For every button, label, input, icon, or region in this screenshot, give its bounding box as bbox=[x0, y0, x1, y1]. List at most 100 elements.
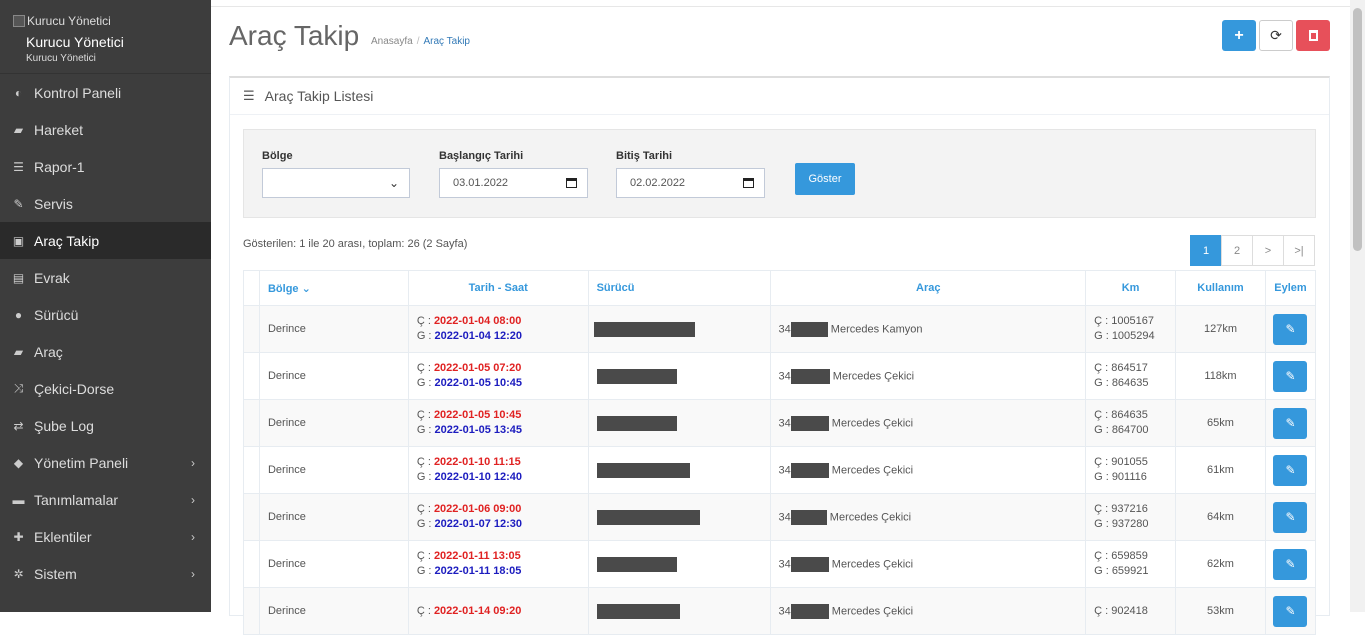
km-entry: G : 901116 bbox=[1094, 471, 1147, 483]
region-cell: Derince bbox=[258, 352, 409, 400]
table-body: Derince Ç : 2022-01-04 08:00 G : 2022-01-0… bbox=[243, 305, 1317, 635]
row-select-cell[interactable] bbox=[243, 493, 260, 541]
chevron-right-icon: › bbox=[191, 455, 195, 470]
row-select-cell[interactable] bbox=[243, 305, 260, 353]
region-cell: Derince bbox=[258, 446, 409, 494]
datetime-cell: Ç : 2022-01-10 11:15 G : 2022-01-10 12:40 bbox=[407, 446, 589, 494]
driver-cell bbox=[587, 399, 772, 447]
usage-cell: 64km bbox=[1175, 493, 1266, 541]
region-filter: Bölge ⌄ bbox=[262, 150, 410, 198]
edit-button[interactable]: ✎ bbox=[1273, 407, 1308, 439]
km-cell: Ç : 937216 G : 937280 bbox=[1085, 493, 1177, 541]
sidebar-item-10[interactable]: ◆ Yönetim Paneli › bbox=[0, 444, 211, 481]
sidebar-item-8[interactable]: ⤨ Çekici-Dorse bbox=[0, 370, 211, 407]
wrench-icon: ✎ bbox=[13, 196, 24, 211]
broken-image-icon bbox=[13, 15, 25, 27]
last-page-button[interactable]: >| bbox=[1283, 235, 1315, 266]
add-button[interactable]: + bbox=[1222, 20, 1256, 51]
sidebar-item-label: Çekici-Dorse bbox=[34, 380, 115, 397]
row-select-cell[interactable] bbox=[243, 587, 260, 635]
header-actions: + ⟳ bbox=[1222, 20, 1330, 51]
portlet-title: ☰ Araç Takip Listesi bbox=[230, 78, 1329, 115]
breadcrumb-current[interactable]: Araç Takip bbox=[423, 36, 470, 47]
sidebar-item-3[interactable]: ✎ Servis bbox=[0, 185, 211, 222]
sidebar-item-5[interactable]: ▤ Evrak bbox=[0, 259, 211, 296]
next-page-button[interactable]: > bbox=[1252, 235, 1284, 266]
km-exit: Ç : 864635 bbox=[1094, 409, 1148, 421]
redacted-driver bbox=[596, 509, 700, 525]
row-select-cell[interactable] bbox=[243, 352, 260, 400]
delete-button[interactable] bbox=[1296, 20, 1330, 51]
usage-cell: 62km bbox=[1175, 540, 1266, 588]
datetime-cell: Ç : 2022-01-11 13:05 G : 2022-01-11 18:05 bbox=[407, 540, 589, 588]
sidebar-item-label: Sürücü bbox=[34, 306, 79, 323]
scrollbar-thumb[interactable] bbox=[1353, 8, 1362, 251]
row-select-cell[interactable] bbox=[243, 540, 260, 588]
driver-cell bbox=[587, 587, 772, 635]
usage-cell: 127km bbox=[1175, 305, 1266, 353]
start-date-input[interactable]: 03.01.2022 bbox=[439, 168, 588, 198]
chevron-down-icon: ⌄ bbox=[388, 176, 399, 190]
edit-button[interactable]: ✎ bbox=[1273, 595, 1308, 627]
edit-button[interactable]: ✎ bbox=[1273, 313, 1308, 345]
km-cell: Ç : 659859 G : 659921 bbox=[1085, 540, 1177, 588]
brand-logo-alt: Kurucu Yönetici bbox=[27, 14, 111, 28]
sidebar-item-1[interactable]: ▰ Hareket bbox=[0, 111, 211, 148]
show-button[interactable]: Göster bbox=[795, 163, 855, 195]
list-icon: ☰ bbox=[13, 159, 24, 174]
exit-time: 2022-01-14 09:20 bbox=[433, 604, 522, 617]
pencil-icon: ✎ bbox=[1285, 557, 1296, 571]
sidebar-item-0[interactable]: ◐ Kontrol Paneli bbox=[0, 74, 211, 111]
brand-logo[interactable]: Kurucu Yönetici bbox=[13, 14, 211, 28]
breadcrumb-home[interactable]: Anasayfa bbox=[371, 36, 413, 47]
refresh-button[interactable]: ⟳ bbox=[1259, 20, 1293, 51]
redacted-driver bbox=[596, 556, 677, 572]
region-column-header[interactable]: Bölge ⌄ bbox=[258, 270, 409, 306]
plate-prefix: 34 bbox=[778, 416, 791, 429]
km-exit: Ç : 937216 bbox=[1094, 503, 1148, 515]
sidebar-item-7[interactable]: ▰ Araç bbox=[0, 333, 211, 370]
sidebar-item-13[interactable]: ✲ Sistem › bbox=[0, 555, 211, 592]
trash-icon bbox=[1308, 30, 1318, 41]
page-scrollbar[interactable] bbox=[1350, 0, 1365, 612]
driver-cell bbox=[587, 493, 772, 541]
table-row: Derince Ç : 2022-01-10 11:15 G : 2022-01-1… bbox=[243, 446, 1317, 494]
sidebar-item-12[interactable]: ✚ Eklentiler › bbox=[0, 518, 211, 555]
calendar-icon[interactable] bbox=[743, 178, 754, 188]
sidebar-item-11[interactable]: ▬ Tanımlamalar › bbox=[0, 481, 211, 518]
sidebar-item-9[interactable]: ⇄ Şube Log bbox=[0, 407, 211, 444]
user-icon: ● bbox=[14, 307, 23, 322]
km-entry: G : 1005294 bbox=[1094, 330, 1155, 342]
breadcrumb: Anasayfa / Araç Takip bbox=[371, 36, 470, 47]
calendar-icon[interactable] bbox=[566, 178, 577, 188]
datetime-cell: Ç : 2022-01-04 08:00 G : 2022-01-04 12:20 bbox=[407, 305, 589, 353]
plus-icon: + bbox=[1234, 26, 1244, 44]
page-title: Araç Takip bbox=[229, 20, 360, 51]
usage-column-header: Kullanım bbox=[1175, 270, 1266, 306]
sidebar-item-4[interactable]: ▣ Araç Takip bbox=[0, 222, 211, 259]
page-1-button[interactable]: 1 bbox=[1190, 235, 1222, 266]
edit-button[interactable]: ✎ bbox=[1273, 501, 1308, 533]
brand: Kurucu Yönetici Kurucu Yönetici Kurucu Y… bbox=[0, 0, 211, 74]
redacted-plate bbox=[790, 603, 829, 619]
km-cell: Ç : 864635 G : 864700 bbox=[1085, 399, 1177, 447]
row-select-cell[interactable] bbox=[243, 399, 260, 447]
sidebar-item-label: Hareket bbox=[34, 121, 84, 138]
edit-button[interactable]: ✎ bbox=[1273, 454, 1308, 486]
vehicle-cell: 34 Mercedes Çekici bbox=[770, 587, 1087, 635]
table-header-row: Bölge ⌄ Tarih - Saat Sürücü Araç Km Kull… bbox=[243, 270, 1317, 306]
vehicle-cell: 34 Mercedes Çekici bbox=[770, 493, 1087, 541]
page-2-button[interactable]: 2 bbox=[1221, 235, 1253, 266]
brand-title: Kurucu Yönetici bbox=[26, 34, 124, 50]
redacted-plate bbox=[790, 415, 829, 431]
sidebar-item-2[interactable]: ☰ Rapor-1 bbox=[0, 148, 211, 185]
end-date-input[interactable]: 02.02.2022 bbox=[616, 168, 765, 198]
vehicle-cell: 34 Mercedes Çekici bbox=[770, 352, 1087, 400]
edit-button[interactable]: ✎ bbox=[1273, 360, 1308, 392]
sidebar-item-label: Yönetim Paneli bbox=[34, 454, 129, 471]
region-select[interactable]: ⌄ bbox=[262, 168, 410, 198]
row-select-cell[interactable] bbox=[243, 446, 260, 494]
sidebar-item-6[interactable]: ● Sürücü bbox=[0, 296, 211, 333]
km-entry: G : 864700 bbox=[1094, 424, 1149, 436]
edit-button[interactable]: ✎ bbox=[1273, 548, 1308, 580]
